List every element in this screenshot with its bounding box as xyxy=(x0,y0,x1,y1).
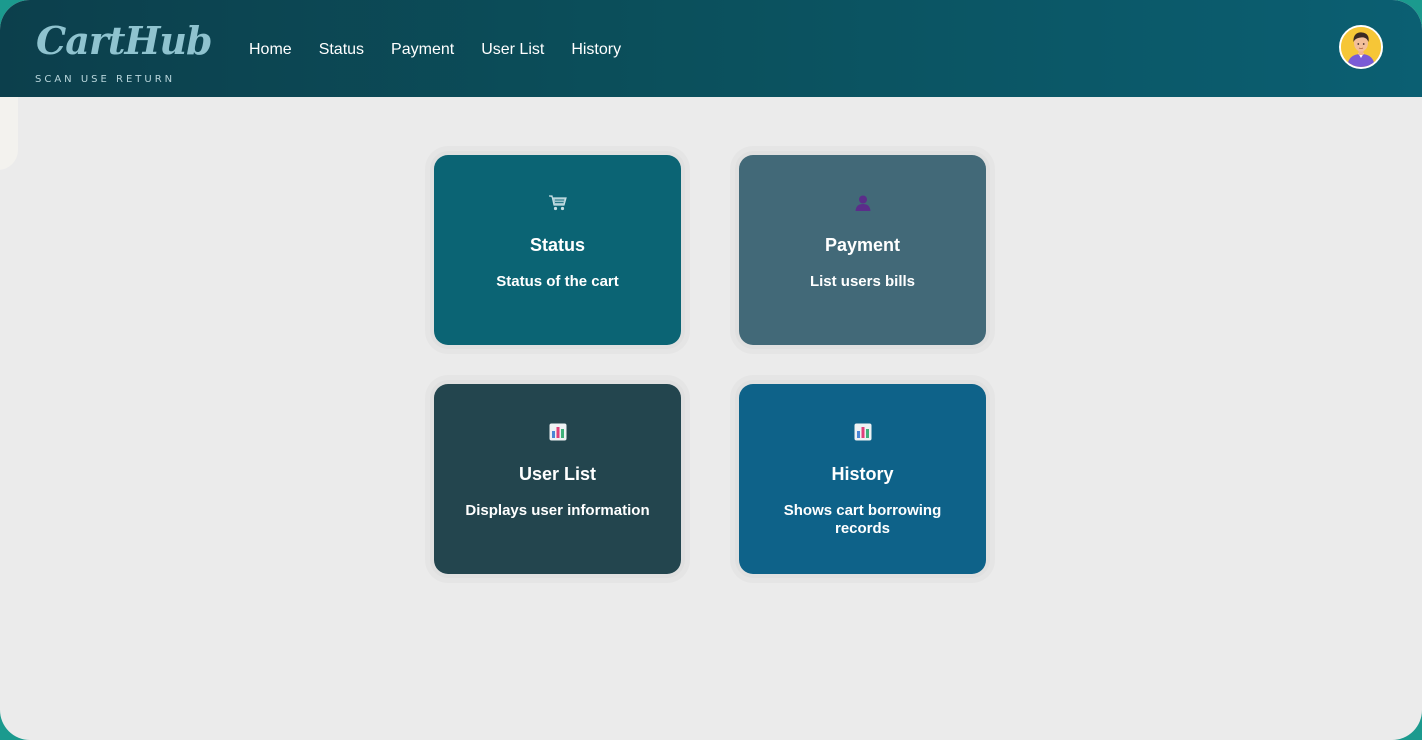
dashboard-grid: Status Status of the cart Payment List u… xyxy=(434,155,986,574)
card-title: Payment xyxy=(824,235,901,255)
user-icon xyxy=(855,195,870,211)
nav-payment[interactable]: Payment xyxy=(391,39,454,61)
brand-logo[interactable]: CartHub SCAN USE RETURN xyxy=(35,18,213,85)
app-frame: CartHub SCAN USE RETURN Home Status Paym… xyxy=(0,0,1422,740)
brand-name: CartHub xyxy=(36,18,213,63)
card-description: List users bills xyxy=(809,273,916,290)
card-title: User List xyxy=(518,464,597,484)
card-history[interactable]: History Shows cart borrowing records xyxy=(739,384,986,574)
nav-history[interactable]: History xyxy=(571,39,621,61)
card-description: Displays user information xyxy=(465,502,650,519)
avatar-person-icon xyxy=(1341,27,1381,67)
card-payment[interactable]: Payment List users bills xyxy=(739,155,986,345)
brand-tagline: SCAN USE RETURN xyxy=(35,74,176,85)
nav-user-list[interactable]: User List xyxy=(481,39,544,61)
card-description: Shows cart borrowing records xyxy=(783,502,942,537)
card-description: Status of the cart xyxy=(496,273,619,290)
nav-home[interactable]: Home xyxy=(249,39,292,61)
main-nav: Home Status Payment User List History xyxy=(249,39,621,61)
nav-status[interactable]: Status xyxy=(319,39,364,61)
card-status[interactable]: Status Status of the cart xyxy=(434,155,681,345)
card-user-list[interactable]: User List Displays user information xyxy=(434,384,681,574)
card-title: Status xyxy=(529,235,585,255)
top-header: CartHub SCAN USE RETURN Home Status Paym… xyxy=(0,0,1422,97)
bar-chart-icon xyxy=(854,423,871,441)
user-avatar[interactable] xyxy=(1339,25,1383,69)
shopping-cart-icon xyxy=(548,195,567,211)
bar-chart-icon xyxy=(549,423,566,441)
card-title: History xyxy=(831,464,894,484)
